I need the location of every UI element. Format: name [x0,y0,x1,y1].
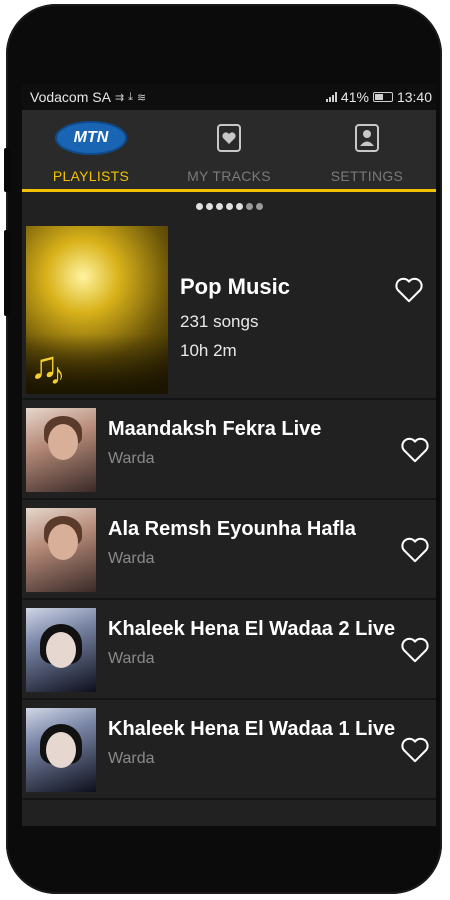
music-note-icon: ♪ [50,358,65,391]
page-dot[interactable] [205,202,213,210]
track-cover-art [26,608,96,692]
carrier-name: Vodacom SA [30,89,111,105]
track-title: Maandaksh Fekra Live [108,418,322,440]
heart-icon[interactable] [400,536,430,564]
page-dot[interactable] [255,202,263,210]
track-cover-art [26,508,96,592]
user-card-icon [355,124,379,152]
playlist-song-count: 231 songs [180,312,259,331]
heart-icon[interactable] [400,436,430,464]
battery-icon [372,92,393,102]
track-row[interactable]: Maandaksh Fekra Live Warda [22,400,436,500]
download-icon: ⤓ [128,90,134,103]
track-row[interactable]: Ala Remsh Eyounha Hafla Warda [22,500,436,600]
tab-label: MY TRACKS [187,168,271,184]
featured-playlist[interactable]: ♫ ♪ Pop Music 231 songs 10h 2m [22,220,436,400]
playlist-title: Pop Music [180,274,291,299]
tab-label: SETTINGS [330,168,404,184]
track-title: Khaleek Hena El Wadaa 1 Live [108,718,396,740]
track-title: Ala Remsh Eyounha Hafla [108,518,356,540]
mtn-logo-text: MTN [73,129,109,146]
tab-label: PLAYLISTS [52,168,130,184]
heart-icon[interactable] [400,636,430,664]
playlist-cover-art: ♫ ♪ [26,226,168,394]
heart-icon[interactable] [400,736,430,764]
track-artist: Warda [108,450,155,467]
signal-icon [325,92,337,102]
track-artist: Warda [108,550,155,567]
page-dot[interactable] [225,202,233,210]
phone-side-button [4,148,10,192]
tab-my-tracks[interactable]: MY TRACKS [160,110,298,189]
mtn-logo: MTN [55,121,127,155]
page-dot[interactable] [245,202,253,210]
tab-settings[interactable]: SETTINGS [298,110,436,189]
notification-icon: ≋ [137,91,147,104]
track-cover-art [26,708,96,792]
page-dot[interactable] [195,202,203,210]
status-bar: Vodacom SA ⇉ ⤓ ≋ 41% 13:40 [22,84,436,110]
track-cover-art [26,408,96,492]
track-row[interactable]: Khaleek Hena El Wadaa 1 Live Warda [22,700,436,800]
battery-percent: 41% [340,89,369,105]
track-row[interactable]: Khaleek Hena El Wadaa 2 Live Warda [22,600,436,700]
page-dot[interactable] [235,202,243,210]
playlist-duration: 10h 2m [180,341,237,360]
page-indicator [22,192,436,220]
track-artist: Warda [108,650,155,667]
page-dot[interactable] [215,202,223,210]
track-title: Khaleek Hena El Wadaa 2 Live [108,618,396,640]
sync-icon: ⇉ [114,91,125,104]
clock-time: 13:40 [396,89,432,105]
app-screen: Vodacom SA ⇉ ⤓ ≋ 41% 13:40 MTN PLAYLISTS [22,84,436,826]
track-artist: Warda [108,750,155,767]
heart-card-icon [217,124,241,152]
phone-side-button [4,230,10,316]
heart-icon[interactable] [394,276,424,304]
tab-playlists[interactable]: MTN PLAYLISTS [22,110,160,189]
tab-bar: MTN PLAYLISTS MY TRACKS SETTINGS [22,110,436,192]
